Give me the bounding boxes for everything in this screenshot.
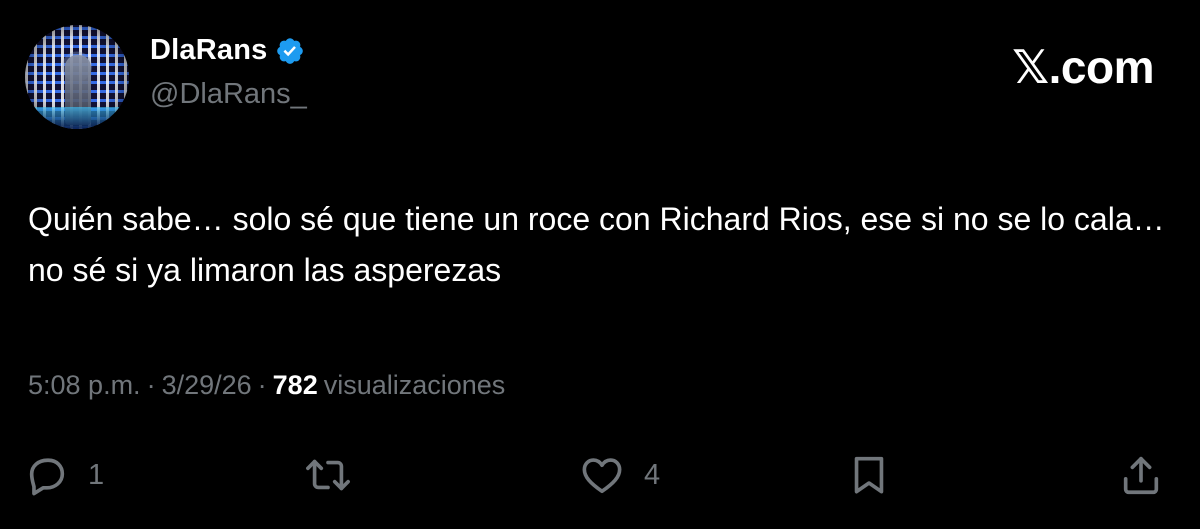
author-name-row: DlaRans (150, 34, 305, 67)
verified-badge-icon (275, 36, 305, 66)
repost-icon (302, 452, 354, 498)
share-button[interactable] (1118, 452, 1164, 498)
like-count: 4 (644, 458, 661, 491)
author-display-name[interactable]: DlaRans (150, 34, 267, 67)
like-button[interactable]: 4 (578, 452, 660, 498)
reply-count: 1 (88, 458, 105, 491)
tweet-meta: 5:08 p.m. · 3/29/26 · 782 visualizacione… (28, 370, 505, 401)
tweet-text: Quién sabe… solo sé que tiene un roce co… (28, 201, 1165, 288)
meta-separator: · (257, 370, 267, 400)
share-icon (1118, 452, 1164, 498)
x-logo: 𝕏.com (1012, 41, 1154, 93)
meta-separator: · (146, 370, 156, 400)
reply-icon (24, 452, 70, 498)
views-count: 782 (272, 370, 318, 400)
author-handle[interactable]: @DlaRans_ (150, 78, 307, 111)
bookmark-icon (846, 452, 892, 498)
tweet-date[interactable]: 3/29/26 (162, 370, 252, 401)
repost-button[interactable] (302, 452, 372, 498)
avatar[interactable] (25, 25, 129, 129)
tweet-time[interactable]: 5:08 p.m. (28, 370, 141, 401)
views-label: visualizaciones (323, 370, 506, 400)
heart-icon (578, 452, 626, 498)
reply-button[interactable]: 1 (24, 452, 104, 498)
avatar-floor (25, 107, 129, 129)
bookmark-button[interactable] (846, 452, 892, 498)
